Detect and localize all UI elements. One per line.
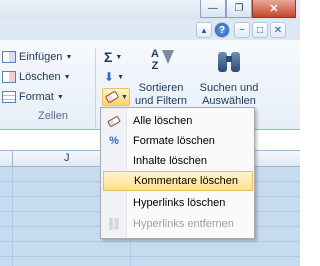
menu-item-label: Alle löschen bbox=[133, 115, 193, 127]
menu-item-clear-all[interactable]: Alle löschen bbox=[103, 111, 253, 131]
minimize-ribbon-button[interactable]: ▲ bbox=[196, 22, 212, 38]
format-cells-icon bbox=[2, 91, 16, 103]
unlink-icon: ⛓ bbox=[106, 217, 122, 231]
cells-group-label: Zellen bbox=[38, 110, 68, 122]
clear-button[interactable]: ▼ bbox=[102, 88, 130, 106]
sort-filter-button[interactable]: AZ Sortieren und Filtern bbox=[134, 46, 188, 108]
workbook-restore-button[interactable]: □ bbox=[252, 22, 268, 38]
minimize-icon: — bbox=[208, 3, 218, 14]
menu-item-clear-hyperlinks[interactable]: Hyperlinks löschen bbox=[103, 193, 253, 213]
help-button[interactable]: ? bbox=[214, 22, 230, 38]
insert-button[interactable]: Einfügen ▼ bbox=[2, 48, 72, 66]
delete-button[interactable]: Löschen ▼ bbox=[2, 68, 71, 86]
caret-up-icon: ▲ bbox=[200, 25, 208, 35]
format-button[interactable]: Format ▼ bbox=[2, 88, 64, 106]
find-label-line1: Suchen und bbox=[199, 82, 259, 94]
help-icon: ? bbox=[218, 24, 226, 36]
menu-item-label: Inhalte löschen bbox=[133, 155, 207, 167]
close-icon: ✕ bbox=[273, 24, 283, 36]
menu-item-label: Hyperlinks löschen bbox=[133, 197, 226, 209]
find-select-button[interactable]: Suchen und Auswählen bbox=[196, 46, 262, 108]
autosum-button[interactable]: Σ ▼ bbox=[104, 48, 122, 66]
sum-icon: Σ bbox=[104, 49, 113, 65]
eraser-icon bbox=[104, 90, 120, 104]
chevron-down-icon: ▼ bbox=[63, 73, 71, 81]
close-icon: ✕ bbox=[269, 3, 279, 15]
binoculars-icon bbox=[215, 46, 243, 76]
group-separator bbox=[95, 48, 96, 128]
title-bar: — ❐ ✕ bbox=[0, 0, 300, 20]
eraser-icon bbox=[103, 112, 125, 130]
format-label: Format bbox=[19, 91, 54, 103]
column-header-j[interactable]: J bbox=[64, 152, 70, 164]
chevron-down-icon: ▼ bbox=[121, 93, 128, 101]
delete-cells-icon bbox=[2, 71, 16, 83]
minimize-icon: − bbox=[239, 24, 245, 36]
restore-icon: ❐ bbox=[234, 3, 244, 14]
fill-down-icon: ⬇ bbox=[104, 70, 115, 84]
format-clear-icon: % bbox=[109, 135, 119, 147]
insert-label: Einfügen bbox=[19, 51, 63, 63]
menu-item-label: Hyperlinks entfernen bbox=[133, 218, 234, 230]
fill-button[interactable]: ⬇ ▼ bbox=[104, 68, 124, 86]
restore-button[interactable]: ❐ bbox=[226, 0, 252, 18]
menu-item-remove-hyperlinks[interactable]: ⛓ Hyperlinks entfernen bbox=[103, 214, 253, 234]
sort-filter-icon: AZ bbox=[146, 46, 176, 76]
insert-cells-icon bbox=[2, 51, 16, 63]
chevron-down-icon: ▼ bbox=[65, 53, 73, 61]
menu-item-clear-contents[interactable]: Inhalte löschen bbox=[103, 151, 253, 171]
restore-icon: □ bbox=[256, 24, 264, 36]
workbook-minimize-button[interactable]: − bbox=[234, 22, 250, 38]
chevron-down-icon: ▼ bbox=[56, 93, 64, 101]
chevron-down-icon: ▼ bbox=[117, 73, 124, 81]
close-button[interactable]: ✕ bbox=[252, 0, 296, 18]
chevron-down-icon: ▼ bbox=[115, 53, 123, 61]
menu-item-label: Formate löschen bbox=[133, 135, 215, 147]
menu-item-label: Kommentare löschen bbox=[134, 175, 238, 187]
menu-item-clear-formats[interactable]: % Formate löschen bbox=[103, 131, 253, 151]
menu-item-clear-comments[interactable]: Kommentare löschen bbox=[103, 171, 253, 191]
clear-dropdown-menu: Alle löschen % Formate löschen Inhalte l… bbox=[100, 107, 255, 239]
workbook-close-button[interactable]: ✕ bbox=[270, 22, 286, 38]
delete-label: Löschen bbox=[19, 71, 61, 83]
sort-label-line1: Sortieren bbox=[138, 82, 184, 94]
minimize-button[interactable]: — bbox=[200, 0, 226, 18]
